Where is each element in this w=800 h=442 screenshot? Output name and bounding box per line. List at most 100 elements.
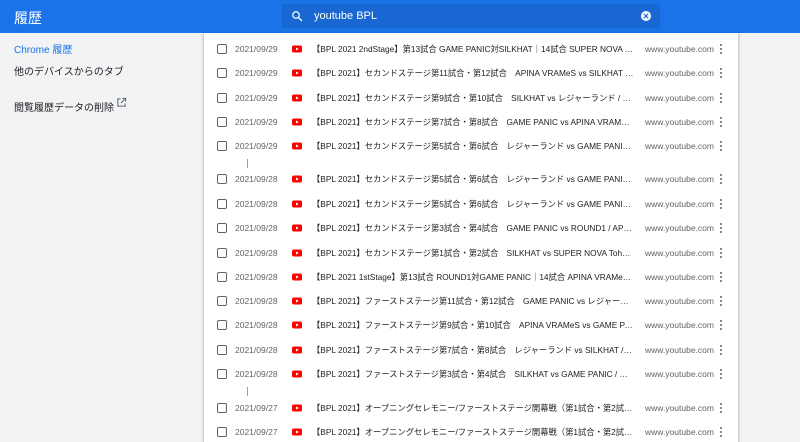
more-vert-icon[interactable] — [716, 246, 726, 260]
scrollbar[interactable] — [792, 33, 800, 442]
page-title-link[interactable]: 【BPL 2021】セカンドステージ第1試合・第2試合 SILKHAT vs S… — [312, 247, 634, 259]
page-domain: www.youtube.com — [645, 199, 714, 209]
row-checkbox[interactable] — [217, 223, 227, 233]
more-vert-icon[interactable] — [716, 294, 726, 308]
page-title-link[interactable]: 【BPL 2021】オープニングセレモニー/ファーストステージ開幕戦（第1試合・… — [312, 426, 634, 438]
search-box[interactable] — [282, 4, 660, 28]
row-checkbox[interactable] — [217, 272, 227, 282]
page-domain: www.youtube.com — [645, 174, 714, 184]
sidebar: Chrome 履歴 他のデバイスからのタブ 閲覧履歴データの削除 — [0, 33, 204, 442]
youtube-icon — [292, 346, 302, 354]
history-row[interactable]: 2021/09/29 【BPL 2021】セカンドステージ第7試合・第8試合 GA… — [204, 110, 738, 134]
visit-date: 2021/09/28 — [235, 223, 278, 233]
page-title-link[interactable]: 【BPL 2021】オープニングセレモニー/ファーストステージ開幕戦（第1試合・… — [312, 402, 634, 414]
youtube-icon — [292, 297, 302, 305]
more-vert-icon[interactable] — [716, 91, 726, 105]
sidebar-item-label: 他のデバイスからのタブ — [14, 67, 124, 78]
page-domain: www.youtube.com — [645, 296, 714, 306]
row-checkbox[interactable] — [217, 296, 227, 306]
youtube-icon — [292, 69, 302, 77]
youtube-icon — [292, 94, 302, 102]
page-title-link[interactable]: 【BPL 2021】セカンドステージ第5試合・第6試合 レジャーランド vs G… — [312, 198, 634, 210]
history-row[interactable]: 2021/09/28 【BPL 2021】セカンドステージ第5試合・第6試合 レジ… — [204, 167, 738, 191]
visit-date: 2021/09/27 — [235, 427, 278, 437]
row-checkbox[interactable] — [217, 345, 227, 355]
page-domain: www.youtube.com — [645, 141, 714, 151]
page-title-link[interactable]: 【BPL 2021】ファーストステージ第11試合・第12試合 GAME PANI… — [312, 295, 634, 307]
page-title-link[interactable]: 【BPL 2021】ファーストステージ第7試合・第8試合 レジャーランド vs … — [312, 344, 634, 356]
search-input[interactable] — [312, 4, 632, 28]
page-domain: www.youtube.com — [645, 345, 714, 355]
more-vert-icon[interactable] — [716, 172, 726, 186]
youtube-icon — [292, 321, 302, 329]
row-checkbox[interactable] — [217, 248, 227, 258]
sidebar-item-other-devices[interactable]: 他のデバイスからのタブ — [14, 63, 124, 78]
history-row[interactable]: 2021/09/28 【BPL 2021】ファーストステージ第9試合・第10試合 … — [204, 313, 738, 337]
more-vert-icon[interactable] — [716, 139, 726, 153]
row-checkbox[interactable] — [217, 174, 227, 184]
history-row[interactable]: 2021/09/28 【BPL 2021】セカンドステージ第5試合・第6試合 レジ… — [204, 192, 738, 216]
more-vert-icon[interactable] — [716, 401, 726, 415]
visit-date: 2021/09/28 — [235, 248, 278, 258]
row-checkbox[interactable] — [217, 93, 227, 103]
history-row[interactable]: 2021/09/28 【BPL 2021】ファーストステージ第11試合・第12試合… — [204, 289, 738, 313]
history-row[interactable]: 2021/09/28 【BPL 2021】ファーストステージ第3試合・第4試合 S… — [204, 362, 738, 386]
row-checkbox[interactable] — [217, 68, 227, 78]
page-title-link[interactable]: 【BPL 2021】セカンドステージ第5試合・第6試合 レジャーランド vs G… — [312, 173, 634, 185]
page-title-link[interactable]: 【BPL 2021】セカンドステージ第7試合・第8試合 GAME PANIC v… — [312, 116, 634, 128]
more-vert-icon[interactable] — [716, 115, 726, 129]
more-vert-icon[interactable] — [716, 221, 726, 235]
search-icon[interactable] — [282, 4, 312, 28]
more-vert-icon[interactable] — [716, 343, 726, 357]
history-row[interactable]: 2021/09/29 【BPL 2021】セカンドステージ第11試合・第12試合 … — [204, 61, 738, 85]
page-domain: www.youtube.com — [645, 117, 714, 127]
page-title-link[interactable]: 【BPL 2021】セカンドステージ第9試合・第10試合 SILKHAT vs … — [312, 92, 634, 104]
history-row[interactable]: 2021/09/28 【BPL 2021】セカンドステージ第1試合・第2試合 SI… — [204, 241, 738, 265]
page-domain: www.youtube.com — [645, 68, 714, 78]
more-vert-icon[interactable] — [716, 42, 726, 56]
visit-date: 2021/09/28 — [235, 272, 278, 282]
page-domain: www.youtube.com — [645, 93, 714, 103]
visit-date: 2021/09/29 — [235, 44, 278, 54]
page-title-link[interactable]: 【BPL 2021】ファーストステージ第9試合・第10試合 APINA VRAM… — [312, 319, 634, 331]
visit-date: 2021/09/28 — [235, 174, 278, 184]
more-vert-icon[interactable] — [716, 197, 726, 211]
page-title-link[interactable]: 【BPL 2021】セカンドステージ第5試合・第6試合 レジャーランド vs G… — [312, 140, 634, 152]
row-checkbox[interactable] — [217, 117, 227, 127]
history-row[interactable]: 2021/09/29 【BPL 2021】セカンドステージ第5試合・第6試合 レジ… — [204, 134, 738, 158]
page-title-link[interactable]: 【BPL 2021】セカンドステージ第3試合・第4試合 GAME PANIC v… — [312, 222, 634, 234]
youtube-icon — [292, 249, 302, 257]
history-row[interactable]: 2021/09/28 【BPL 2021】セカンドステージ第3試合・第4試合 GA… — [204, 216, 738, 240]
youtube-icon — [292, 118, 302, 126]
more-vert-icon[interactable] — [716, 270, 726, 284]
row-checkbox[interactable] — [217, 320, 227, 330]
history-row[interactable]: 2021/09/28 【BPL 2021】ファーストステージ第7試合・第8試合 レ… — [204, 338, 738, 362]
history-row[interactable]: 2021/09/28 【BPL 2021 1stStage】第13試合 ROUND… — [204, 265, 738, 289]
youtube-icon — [292, 142, 302, 150]
clear-icon[interactable] — [632, 4, 660, 28]
row-checkbox[interactable] — [217, 427, 227, 437]
youtube-icon — [292, 200, 302, 208]
row-checkbox[interactable] — [217, 141, 227, 151]
page-domain: www.youtube.com — [645, 403, 714, 413]
more-vert-icon[interactable] — [716, 318, 726, 332]
page-title-link[interactable]: 【BPL 2021】ファーストステージ第3試合・第4試合 SILKHAT vs … — [312, 368, 634, 380]
page-title-link[interactable]: 【BPL 2021 2ndStage】第13試合 GAME PANIC対SILK… — [312, 43, 634, 55]
row-checkbox[interactable] — [217, 403, 227, 413]
youtube-icon — [292, 428, 302, 436]
history-row[interactable]: 2021/09/27 【BPL 2021】オープニングセレモニー/ファーストステー… — [204, 420, 738, 442]
more-vert-icon[interactable] — [716, 367, 726, 381]
row-checkbox[interactable] — [217, 199, 227, 209]
more-vert-icon[interactable] — [716, 66, 726, 80]
history-row[interactable]: 2021/09/29 【BPL 2021 2ndStage】第13試合 GAME … — [204, 37, 738, 61]
more-vert-icon[interactable] — [716, 425, 726, 439]
history-row[interactable]: 2021/09/29 【BPL 2021】セカンドステージ第9試合・第10試合 S… — [204, 86, 738, 110]
sidebar-item-clear-browsing-data[interactable]: 閲覧履歴データの削除 — [14, 97, 127, 114]
time-gap-divider — [247, 387, 248, 396]
history-row[interactable]: 2021/09/27 【BPL 2021】オープニングセレモニー/ファーストステー… — [204, 396, 738, 420]
page-title-link[interactable]: 【BPL 2021】セカンドステージ第11試合・第12試合 APINA VRAM… — [312, 67, 634, 79]
page-title-link[interactable]: 【BPL 2021 1stStage】第13試合 ROUND1対GAME PAN… — [312, 271, 634, 283]
sidebar-item-chrome-history[interactable]: Chrome 履歴 — [14, 41, 72, 56]
row-checkbox[interactable] — [217, 44, 227, 54]
row-checkbox[interactable] — [217, 369, 227, 379]
